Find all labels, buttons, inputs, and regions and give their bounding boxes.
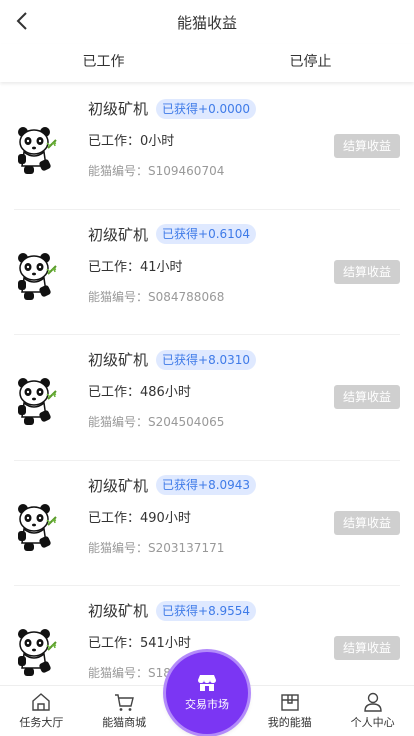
panda-serial: 能猫编号：S18 [88,664,171,681]
card-title-row: 初级矿机 已获得+8.9554 [88,600,257,621]
panda-icon [18,503,57,551]
settle-button[interactable]: 结算收益 [334,636,400,660]
settle-button[interactable]: 结算收益 [334,134,400,158]
earned-badge: 已获得+0.0000 [156,98,257,119]
card-title-row: 初级矿机 已获得+8.0310 [88,349,257,370]
earned-badge: 已获得+8.0310 [156,349,257,370]
worked-hours: 已工作：486小时 [88,381,191,400]
card-title-row: 初级矿机 已获得+0.6104 [88,224,257,245]
settle-button[interactable]: 结算收益 [334,259,400,284]
panda-card: 初级矿机 已获得+0.6104 已工作：41小时 能猫编号：S084788068… [14,210,400,335]
settle-button[interactable]: 结算收益 [334,385,400,409]
nav-personal-center[interactable]: 个人中心 [331,686,414,736]
machine-name: 初级矿机 [88,100,149,118]
worked-label: 已工作： [88,636,141,651]
nav-label: 能猫商城 [102,716,147,729]
worked-hours: 已工作：490小时 [88,507,191,526]
home-icon [32,693,51,711]
worked-label: 已工作： [88,259,141,275]
worked-value: 541小时 [140,636,191,651]
serial-label: 能猫编号： [88,666,149,680]
serial-value: S084788068 [148,289,225,304]
nav-label: 个人中心 [350,716,395,729]
card-title-row: 初级矿机 已获得+8.0943 [88,475,257,496]
worked-value: 486小时 [140,385,191,400]
panda-serial: 能猫编号：S084788068 [88,288,224,305]
serial-value: S203137171 [148,540,225,555]
shop-icon [198,675,216,691]
serial-value: S18 [148,666,171,680]
cart-icon [115,694,135,711]
serial-label: 能猫编号： [88,164,149,178]
panda-card: 初级矿机 已获得+8.0943 已工作：490小时 能猫编号：S20313717… [14,461,400,586]
serial-value: S109460704 [148,164,225,178]
nav-my-panda[interactable]: 我的能猫 [248,686,331,736]
serial-value: S204504065 [148,415,225,429]
machine-name: 初级矿机 [88,602,149,620]
panda-icon [18,252,57,300]
earned-badge: 已获得+8.0943 [156,475,257,495]
trade-market-button[interactable]: 交易市场 [166,652,248,734]
settle-button[interactable]: 结算收益 [334,510,400,535]
panda-card: 初级矿机 已获得+0.0000 已工作：0小时 能猫编号：S109460704 … [14,84,400,210]
worked-hours: 已工作：541小时 [88,632,191,651]
earned-badge: 已获得+0.6104 [156,224,257,244]
box-icon [281,694,299,711]
header-bar: 能猫收益 [0,0,414,44]
worked-label: 已工作： [88,385,141,400]
panda-serial: 能猫编号：S204504065 [88,413,224,430]
earned-badge: 已获得+8.9554 [156,600,257,621]
panda-list[interactable]: 初级矿机 已获得+0.0000 已工作：0小时 能猫编号：S109460704 … [0,84,414,684]
serial-label: 能猫编号： [88,540,149,555]
machine-name: 初级矿机 [88,351,149,369]
tab-working[interactable]: 已工作 [0,44,207,82]
tab-stopped[interactable]: 已停止 [207,44,414,82]
trade-market-label: 交易市场 [185,698,229,711]
worked-value: 41小时 [140,259,183,275]
card-title-row: 初级矿机 已获得+0.0000 [88,98,257,119]
panda-icon [18,629,57,676]
status-tabs: 已工作 已停止 [0,44,414,82]
panda-card: 初级矿机 已获得+8.0310 已工作：486小时 能猫编号：S20450406… [14,335,400,461]
worked-value: 490小时 [140,510,191,526]
panda-icon [18,378,57,425]
panda-icon [18,127,57,174]
nav-label: 任务大厅 [19,716,64,729]
nav-label: 我的能猫 [267,716,312,729]
page-title: 能猫收益 [176,14,237,32]
serial-label: 能猫编号： [88,289,149,304]
user-icon [363,692,382,712]
serial-label: 能猫编号： [88,415,149,429]
worked-label: 已工作： [88,134,141,149]
machine-name: 初级矿机 [88,476,149,495]
panda-serial: 能猫编号：S203137171 [88,539,224,556]
worked-hours: 已工作：0小时 [88,130,174,149]
panda-serial: 能猫编号：S109460704 [88,162,224,179]
machine-name: 初级矿机 [88,225,149,244]
worked-value: 0小时 [140,134,175,149]
nav-panda-mall[interactable]: 能猫商城 [83,686,166,736]
worked-hours: 已工作：41小时 [88,256,183,275]
worked-label: 已工作： [88,510,141,526]
nav-task-hall[interactable]: 任务大厅 [0,686,83,736]
